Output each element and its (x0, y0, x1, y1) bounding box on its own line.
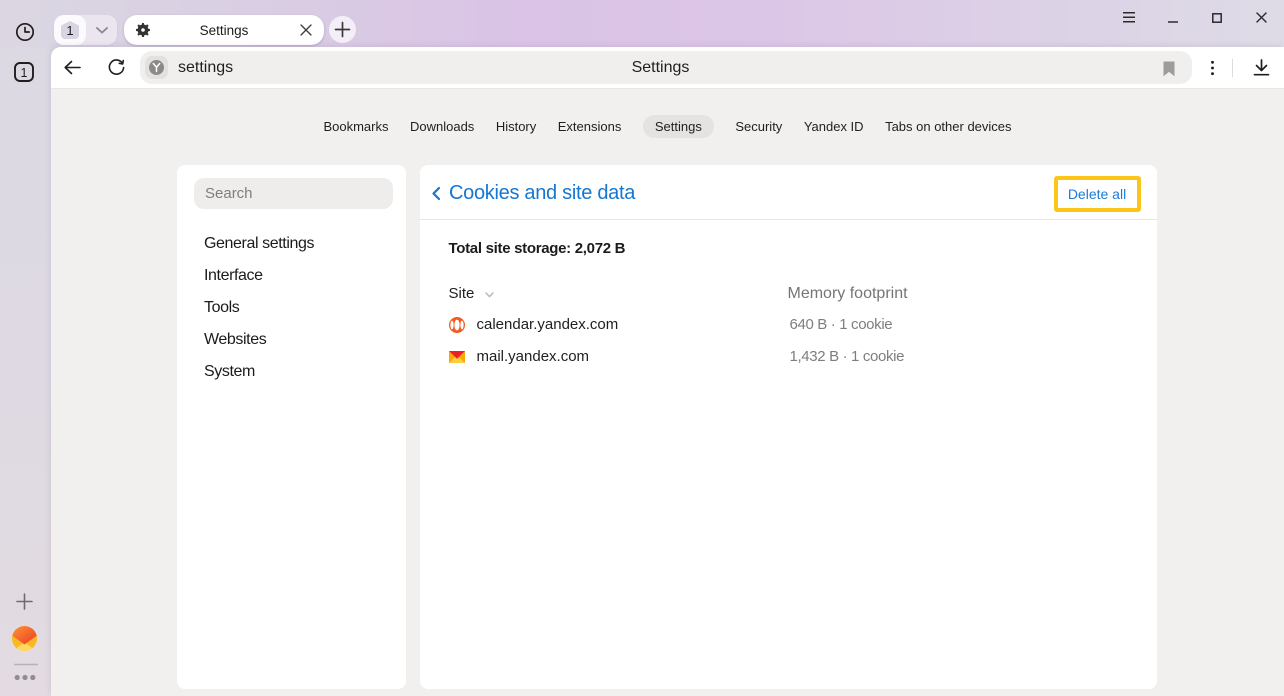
svg-text:1: 1 (21, 66, 28, 80)
